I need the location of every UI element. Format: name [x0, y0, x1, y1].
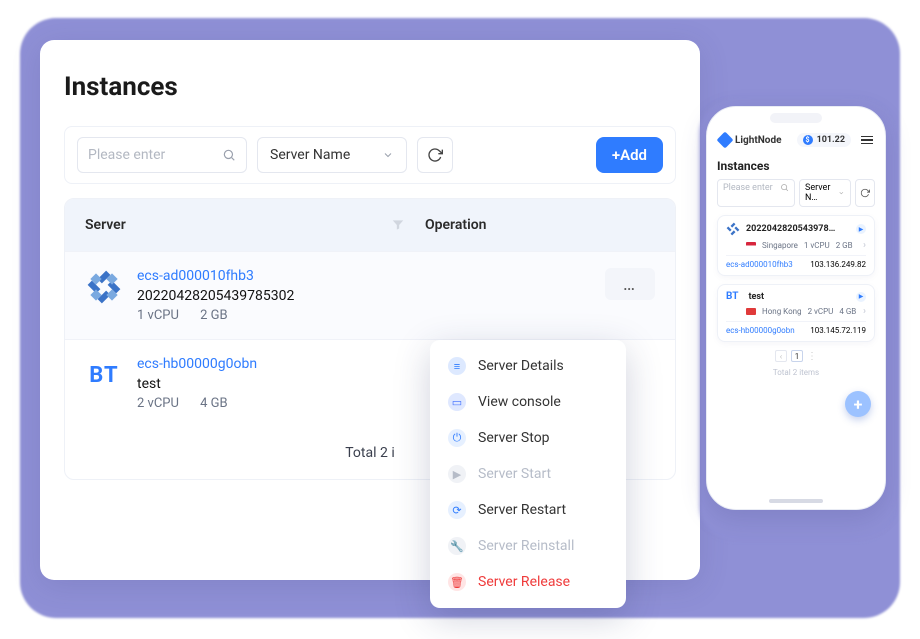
phone-home-indicator	[769, 499, 823, 503]
search-icon	[222, 148, 236, 162]
console-icon: ▭	[448, 393, 466, 411]
col-operation-label: Operation	[425, 217, 486, 233]
balance-amount: 101.22	[817, 135, 845, 145]
brand-icon	[717, 132, 734, 149]
phone-instance-card[interactable]: BT test ▶ Hong Kong 2 vCPU 4 GB › ecs-hb…	[717, 284, 875, 342]
card-mem: 2 GB	[836, 241, 853, 250]
phone-filter-select[interactable]: Server N…	[799, 179, 851, 207]
search-input[interactable]: Please enter	[77, 137, 247, 173]
card-ip: 103.145.72.119	[810, 326, 866, 335]
page-title: Instances	[64, 72, 676, 102]
server-link[interactable]: ecs-hb00000g0obn	[137, 356, 257, 372]
trash-icon: 🗑	[448, 573, 466, 591]
server-cpu: 1 vCPU	[137, 308, 179, 323]
bt-icon: BT	[726, 291, 738, 302]
server-subtitle: test	[137, 376, 257, 392]
play-icon[interactable]: ▶	[856, 224, 866, 234]
bt-icon: BT	[85, 356, 123, 394]
operation-menu: ≡ Server Details ▭ View console ⏻ Server…	[430, 340, 626, 608]
card-title: 2022042820543978…	[746, 224, 850, 234]
add-button-label: +Add	[612, 146, 647, 164]
card-region: Hong Kong	[762, 307, 802, 316]
filter-select-label: Server Name	[270, 147, 350, 163]
card-mem: 4 GB	[839, 307, 856, 316]
centos-icon	[726, 222, 740, 236]
phone-mock: LightNode $ 101.22 Instances Please ente…	[706, 106, 886, 510]
server-link[interactable]: ecs-ad000010fhb3	[137, 268, 294, 284]
pager-ellipsis: ⋮	[807, 351, 817, 362]
phone-search-input[interactable]: Please enter	[717, 179, 795, 207]
phone-instance-card[interactable]: 2022042820543978… ▶ Singapore 1 vCPU 2 G…	[717, 215, 875, 276]
flag-hk-icon	[746, 308, 756, 315]
play-icon: ▶	[448, 465, 466, 483]
pager-page[interactable]: 1	[791, 350, 803, 362]
chevron-right-icon: ›	[863, 240, 866, 251]
phone-pager: ‹ 1 ⋮	[717, 350, 875, 362]
card-title: test	[748, 292, 850, 302]
filter-select[interactable]: Server Name	[257, 137, 407, 173]
table-row: ecs-ad000010fhb3 20220428205439785302 1 …	[65, 251, 675, 339]
menu-server-stop[interactable]: ⏻ Server Stop	[430, 420, 626, 456]
total-label: Total 2 i	[345, 445, 394, 461]
menu-server-reinstall: 🔧 Server Reinstall	[430, 528, 626, 564]
brand-label: LightNode	[735, 135, 781, 146]
chevron-down-icon	[838, 189, 845, 197]
dollar-icon: $	[803, 135, 813, 145]
table-header: Server Operation	[65, 199, 675, 251]
server-mem: 4 GB	[200, 396, 228, 411]
server-subtitle: 20220428205439785302	[137, 288, 294, 304]
server-specs: 1 vCPU 2 GB	[137, 308, 294, 323]
phone-total: Total 2 items	[717, 368, 875, 377]
search-placeholder: Please enter	[88, 147, 165, 163]
operation-menu-button[interactable]: …	[605, 268, 655, 300]
col-server-label: Server	[85, 217, 126, 233]
refresh-icon	[427, 147, 443, 163]
phone-header: LightNode $ 101.22	[717, 129, 875, 155]
balance-pill[interactable]: $ 101.22	[797, 133, 851, 147]
phone-page-title: Instances	[717, 159, 875, 173]
phone-filter-bar: Please enter Server N…	[717, 179, 875, 207]
centos-icon	[85, 268, 123, 306]
card-link[interactable]: ecs-ad000010fhb3	[726, 260, 793, 269]
power-icon: ⏻	[448, 429, 466, 447]
filter-bar: Please enter Server Name +Add	[64, 126, 676, 184]
menu-view-console[interactable]: ▭ View console	[430, 384, 626, 420]
card-ip: 103.136.249.82	[810, 260, 866, 269]
server-mem: 2 GB	[200, 308, 228, 323]
menu-server-restart[interactable]: ⟳ Server Restart	[430, 492, 626, 528]
flag-sg-icon	[746, 242, 756, 249]
filter-icon[interactable]	[391, 218, 405, 232]
menu-icon[interactable]	[861, 136, 873, 145]
card-link[interactable]: ecs-hb00000g0obn	[726, 326, 795, 335]
card-cpu: 1 vCPU	[804, 241, 830, 250]
phone-add-button[interactable]: +	[845, 391, 871, 417]
menu-server-release[interactable]: 🗑 Server Release	[430, 564, 626, 600]
pager-prev[interactable]: ‹	[775, 350, 787, 362]
refresh-icon	[860, 188, 870, 198]
card-cpu: 2 vCPU	[808, 307, 834, 316]
chevron-down-icon	[382, 149, 394, 161]
menu-server-details[interactable]: ≡ Server Details	[430, 348, 626, 384]
phone-refresh-button[interactable]	[855, 179, 875, 207]
list-icon: ≡	[448, 357, 466, 375]
menu-server-start: ▶ Server Start	[430, 456, 626, 492]
wrench-icon: 🔧	[448, 537, 466, 555]
phone-notch	[770, 113, 822, 123]
refresh-button[interactable]	[417, 137, 453, 173]
restart-icon: ⟳	[448, 501, 466, 519]
play-icon[interactable]: ▶	[856, 292, 866, 302]
chevron-right-icon: ›	[863, 306, 866, 317]
server-cpu: 2 vCPU	[137, 396, 179, 411]
search-icon	[780, 183, 789, 192]
server-specs: 2 vCPU 4 GB	[137, 396, 257, 411]
brand: LightNode	[719, 134, 781, 146]
card-region: Singapore	[762, 241, 798, 250]
add-button[interactable]: +Add	[596, 137, 663, 173]
